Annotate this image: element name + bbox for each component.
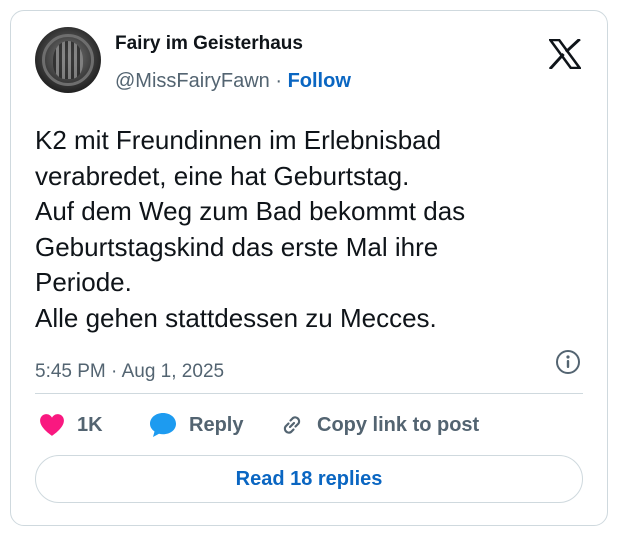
tweet-text: K2 mit Freundinnen im Erlebnisbad verabr… (35, 123, 595, 336)
link-icon (283, 416, 301, 434)
follow-button[interactable]: Follow (288, 70, 351, 92)
tweet-line: K2 mit Freundinnen im Erlebnisbad (35, 125, 442, 155)
x-logo-icon[interactable] (549, 39, 581, 69)
divider (35, 393, 583, 394)
handle-separator: · (275, 70, 282, 92)
tweet-line: verabredet, eine hat Geburtstag. (35, 160, 410, 191)
like-count: 1K (77, 413, 103, 436)
read-replies-label: Read 18 replies (235, 467, 383, 490)
author-display-name[interactable]: Fairy im Geisterhaus (115, 33, 303, 55)
reply-bubble-icon (150, 413, 176, 437)
timestamp[interactable]: 5:45 PM · Aug 1, 2025 (35, 361, 224, 383)
info-icon[interactable] (555, 349, 581, 375)
reply-button[interactable]: Reply (149, 411, 243, 439)
tweet-line: Geburtstagskind das erste Mal ihre (35, 231, 439, 262)
read-replies-button[interactable]: Read 18 replies (35, 455, 583, 503)
avatar[interactable] (35, 27, 101, 93)
heart-icon (40, 414, 64, 436)
tweet-card: Fairy im Geisterhaus @MissFairyFawn · Fo… (10, 10, 608, 526)
copy-link-button[interactable]: Copy link to post (279, 411, 479, 439)
tweet-line: Alle gehen stattdessen zu Mecces. (35, 302, 437, 333)
tweet-line: Periode. (35, 267, 132, 297)
copy-link-label: Copy link to post (317, 413, 480, 436)
author-handle-row: @MissFairyFawn · Follow (115, 70, 351, 93)
reply-label: Reply (189, 413, 244, 436)
author-handle[interactable]: @MissFairyFawn (115, 70, 270, 92)
like-button[interactable]: 1K (39, 411, 103, 439)
tweet-line: Auf dem Weg zum Bad bekommt das (35, 196, 466, 226)
avatar-figure (53, 41, 83, 79)
